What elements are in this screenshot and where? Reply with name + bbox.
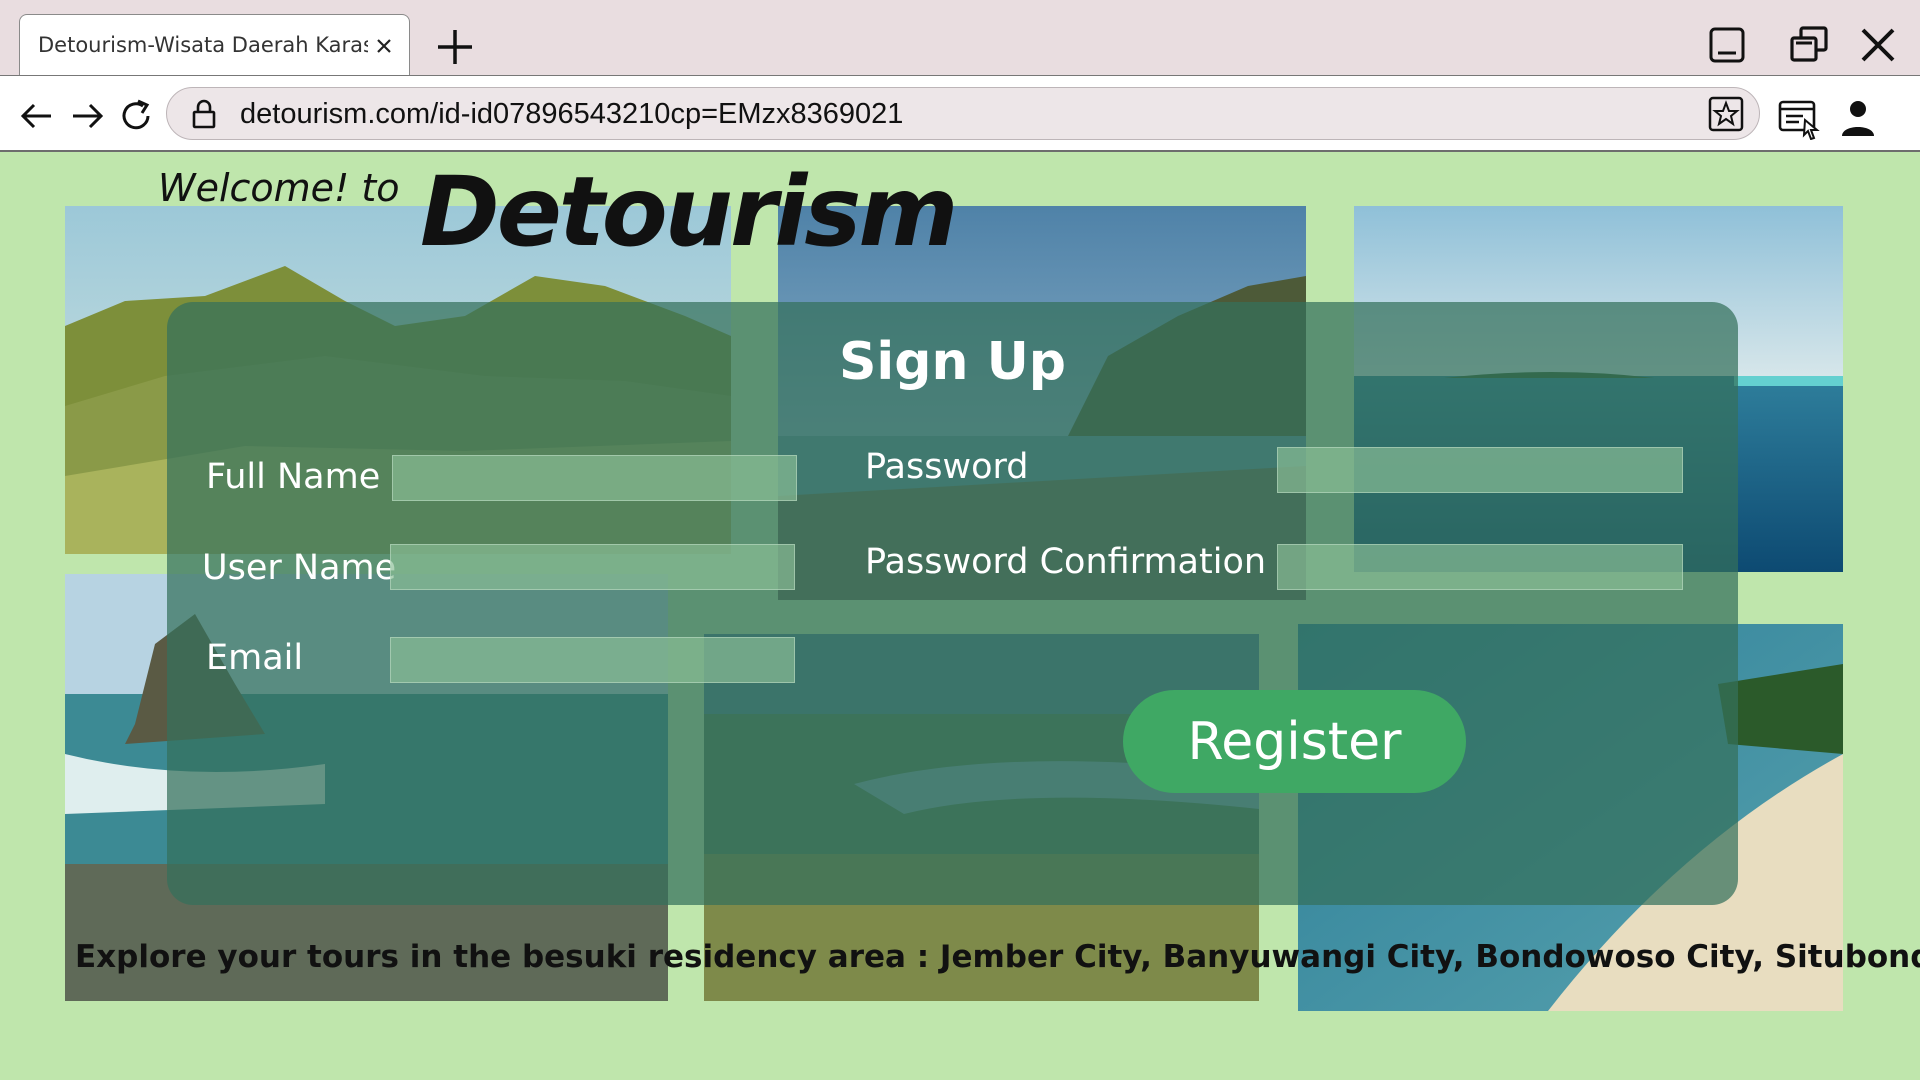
password-confirmation-label: Password Confirmation: [865, 542, 1267, 582]
minimize-icon[interactable]: [1704, 22, 1750, 68]
back-arrow-icon[interactable]: [17, 96, 57, 136]
collections-icon[interactable]: [1777, 96, 1821, 140]
welcome-text: Welcome! to: [158, 166, 400, 210]
footer-tagline: Explore your tours in the besuki residen…: [75, 939, 1920, 975]
email-field[interactable]: [390, 637, 795, 683]
reload-icon[interactable]: [116, 96, 156, 136]
full-name-label: Full Name: [206, 457, 381, 497]
full-name-field[interactable]: [392, 455, 797, 501]
address-bar: detourism.com/id-id07896543210cp=EMzx836…: [0, 76, 1920, 152]
signup-panel: Sign Up Full Name User Name Email Passwo…: [167, 302, 1738, 905]
brand-title: Detourism: [420, 156, 958, 268]
lock-icon: [192, 99, 216, 129]
close-tab-icon[interactable]: [373, 35, 395, 57]
profile-icon[interactable]: [1836, 96, 1880, 140]
tab-strip: Detourism-Wisata Daerah Karasid: [0, 0, 1920, 76]
url-field[interactable]: detourism.com/id-id07896543210cp=EMzx836…: [166, 87, 1760, 140]
favorite-star-icon[interactable]: [1707, 95, 1745, 133]
password-confirmation-field[interactable]: [1277, 544, 1683, 590]
forward-arrow-icon[interactable]: [67, 96, 107, 136]
password-field[interactable]: [1277, 447, 1683, 493]
browser-tab[interactable]: Detourism-Wisata Daerah Karasid: [19, 14, 410, 75]
tab-title: Detourism-Wisata Daerah Karasid: [38, 33, 368, 57]
url-text: detourism.com/id-id07896543210cp=EMzx836…: [240, 98, 904, 130]
user-name-field[interactable]: [390, 544, 795, 590]
password-label: Password: [865, 447, 1029, 487]
email-label: Email: [206, 638, 304, 678]
close-window-icon[interactable]: [1855, 22, 1901, 68]
signup-title: Sign Up: [838, 332, 1067, 392]
user-name-label: User Name: [202, 548, 397, 588]
new-tab-icon[interactable]: [432, 24, 478, 70]
restore-icon[interactable]: [1786, 22, 1832, 68]
page-content: Welcome! to Detourism Sign Up Full Name …: [0, 152, 1920, 1080]
register-button[interactable]: Register: [1123, 690, 1466, 793]
